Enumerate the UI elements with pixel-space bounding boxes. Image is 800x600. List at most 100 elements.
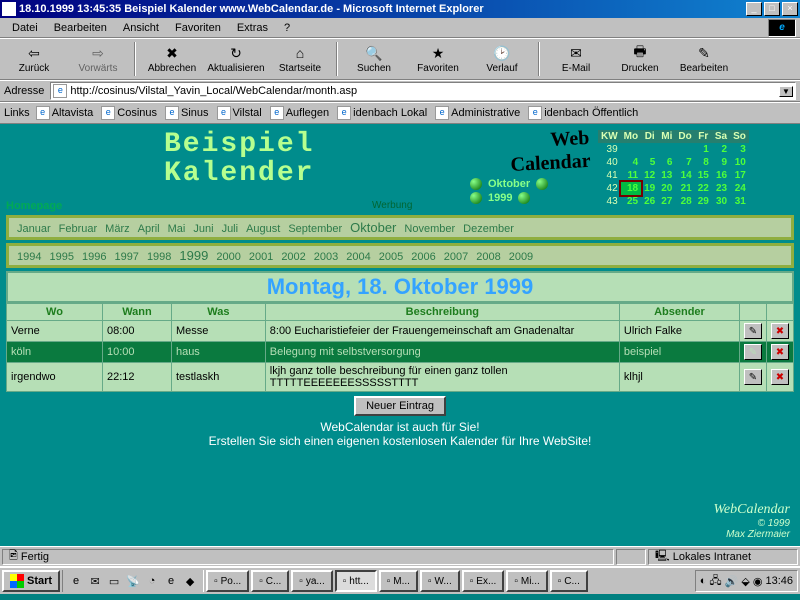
- ql-icon5[interactable]: ◔: [143, 572, 161, 590]
- day-cell[interactable]: 19: [641, 182, 658, 195]
- tray-icon4[interactable]: ⬙: [741, 575, 749, 588]
- link-idenbach-lokal[interactable]: eidenbach Lokal: [337, 106, 427, 120]
- task-button[interactable]: ▫ya...: [291, 570, 332, 592]
- month-mai[interactable]: Mai: [168, 223, 186, 235]
- month-november[interactable]: November: [404, 223, 455, 235]
- day-cell[interactable]: 23: [712, 182, 730, 195]
- task-button[interactable]: ▫M...: [379, 570, 418, 592]
- year-2008[interactable]: 2008: [476, 251, 500, 263]
- edit-event-button[interactable]: ✎: [744, 369, 762, 385]
- home-button[interactable]: ⌂Startseite: [270, 40, 330, 78]
- month-dezember[interactable]: Dezember: [463, 223, 514, 235]
- day-cell[interactable]: 25: [621, 195, 641, 208]
- year-2002[interactable]: 2002: [281, 251, 305, 263]
- year-2004[interactable]: 2004: [346, 251, 370, 263]
- day-cell[interactable]: 9: [712, 156, 730, 169]
- ql-oe-icon[interactable]: ✉: [86, 572, 104, 590]
- day-cell[interactable]: 16: [712, 169, 730, 182]
- day-cell[interactable]: 17: [730, 169, 749, 182]
- year-1999[interactable]: 1999: [179, 248, 208, 263]
- menu-bearbeiten[interactable]: Bearbeiten: [46, 20, 115, 36]
- menu-favoriten[interactable]: Favoriten: [167, 20, 229, 36]
- task-button[interactable]: ▫Ex...: [462, 570, 505, 592]
- back-button[interactable]: ⇦Zurück: [4, 40, 64, 78]
- day-cell[interactable]: 8: [695, 156, 712, 169]
- day-cell[interactable]: 15: [695, 169, 712, 182]
- task-button[interactable]: ▫C...: [550, 570, 588, 592]
- day-cell[interactable]: 12: [641, 169, 658, 182]
- homepage-link[interactable]: Homepage: [6, 200, 62, 212]
- next-month-button[interactable]: [536, 178, 548, 190]
- print-button[interactable]: 🖶Drucken: [610, 40, 670, 78]
- edit-event-button[interactable]: ✎: [744, 323, 762, 339]
- year-2006[interactable]: 2006: [411, 251, 435, 263]
- forward-button[interactable]: ⇨Vorwärts: [68, 40, 128, 78]
- link-auflegen[interactable]: eAuflegen: [270, 106, 329, 120]
- stop-button[interactable]: ✖Abbrechen: [142, 40, 202, 78]
- close-button[interactable]: ×: [782, 2, 798, 16]
- day-cell[interactable]: 10: [730, 156, 749, 169]
- month-juli[interactable]: Juli: [222, 223, 239, 235]
- day-cell[interactable]: 28: [675, 195, 694, 208]
- history-button[interactable]: 🕑Verlauf: [472, 40, 532, 78]
- year-2003[interactable]: 2003: [314, 251, 338, 263]
- day-cell[interactable]: 18: [621, 182, 641, 195]
- link-cosinus[interactable]: eCosinus: [101, 106, 157, 120]
- year-1997[interactable]: 1997: [114, 251, 138, 263]
- link-administrative[interactable]: eAdministrative: [435, 106, 520, 120]
- month-januar[interactable]: Januar: [17, 223, 51, 235]
- year-1998[interactable]: 1998: [147, 251, 171, 263]
- tray-icon2[interactable]: 🖧: [709, 572, 721, 591]
- menu-extras[interactable]: Extras: [229, 20, 276, 36]
- prev-month-button[interactable]: [470, 178, 482, 190]
- search-button[interactable]: 🔍Suchen: [344, 40, 404, 78]
- new-entry-button[interactable]: Neuer Eintrag: [354, 396, 446, 416]
- menu-help[interactable]: ?: [276, 20, 298, 36]
- minimize-button[interactable]: _: [746, 2, 762, 16]
- task-button[interactable]: ▫Po...: [206, 570, 249, 592]
- address-dropdown-button[interactable]: ▼: [779, 86, 793, 97]
- month-september[interactable]: September: [288, 223, 342, 235]
- day-cell[interactable]: 27: [658, 195, 675, 208]
- month-august[interactable]: August: [246, 223, 280, 235]
- address-input[interactable]: [70, 85, 779, 97]
- day-cell[interactable]: 11: [621, 169, 641, 182]
- year-1994[interactable]: 1994: [17, 251, 41, 263]
- start-button[interactable]: Start: [2, 570, 60, 592]
- day-cell[interactable]: 5: [641, 156, 658, 169]
- prev-year-button[interactable]: [470, 192, 482, 204]
- year-2007[interactable]: 2007: [444, 251, 468, 263]
- day-cell[interactable]: 30: [712, 195, 730, 208]
- link-vilstal[interactable]: eVilstal: [217, 106, 262, 120]
- month-juni[interactable]: Juni: [193, 223, 213, 235]
- delete-event-button[interactable]: ✖: [771, 344, 789, 360]
- ql-channels-icon[interactable]: 📡: [124, 572, 142, 590]
- menu-datei[interactable]: Datei: [4, 20, 46, 36]
- delete-event-button[interactable]: ✖: [771, 323, 789, 339]
- day-cell[interactable]: 4: [621, 156, 641, 169]
- year-2000[interactable]: 2000: [216, 251, 240, 263]
- month-märz[interactable]: März: [105, 223, 129, 235]
- delete-event-button[interactable]: ✖: [771, 369, 789, 385]
- maximize-button[interactable]: □: [764, 2, 780, 16]
- year-2009[interactable]: 2009: [509, 251, 533, 263]
- day-cell[interactable]: 20: [658, 182, 675, 195]
- day-cell[interactable]: 7: [675, 156, 694, 169]
- day-cell[interactable]: 26: [641, 195, 658, 208]
- tray-icon1[interactable]: ◐: [700, 575, 707, 587]
- day-cell[interactable]: 3: [730, 143, 749, 156]
- tray-speaker-icon[interactable]: 🔊: [725, 575, 739, 588]
- day-cell[interactable]: 2: [712, 143, 730, 156]
- month-april[interactable]: April: [138, 223, 160, 235]
- ql-icon7[interactable]: ◆: [181, 572, 199, 590]
- next-year-button[interactable]: [518, 192, 530, 204]
- day-cell[interactable]: 31: [730, 195, 749, 208]
- link-altavista[interactable]: eAltavista: [36, 106, 94, 120]
- task-button[interactable]: ▫C...: [251, 570, 289, 592]
- day-cell[interactable]: 13: [658, 169, 675, 182]
- day-cell[interactable]: 29: [695, 195, 712, 208]
- tray-icon5[interactable]: ◉: [753, 575, 763, 588]
- favorites-button[interactable]: ★Favoriten: [408, 40, 468, 78]
- ql-ie-icon[interactable]: e: [67, 572, 85, 590]
- link-sinus[interactable]: eSinus: [165, 106, 209, 120]
